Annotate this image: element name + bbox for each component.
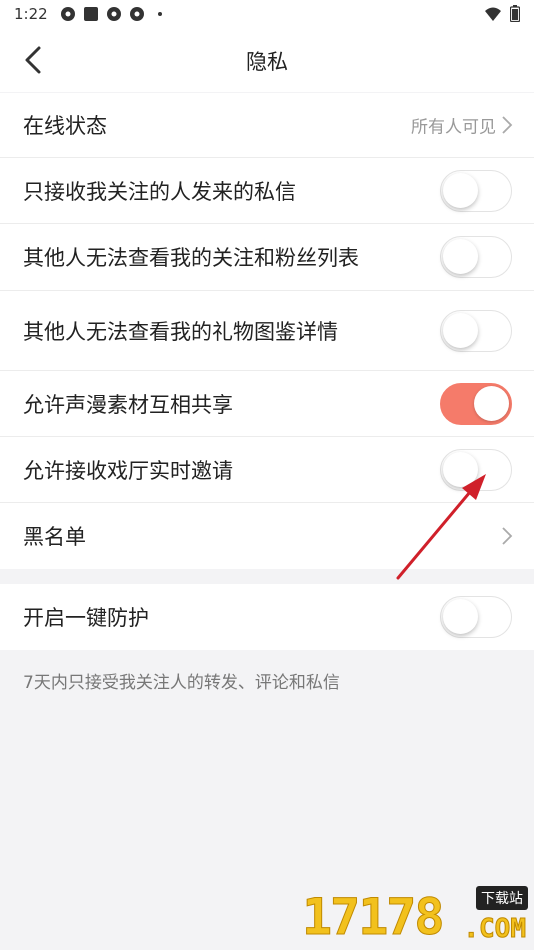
- dm-followed-only-toggle[interactable]: [440, 169, 512, 212]
- watermark-number: 17178: [302, 888, 446, 947]
- hide-follow-lists-toggle[interactable]: [440, 236, 512, 278]
- setting-label: 其他人无法查看我的礼物图鉴详情: [23, 319, 338, 344]
- nav-bar: 隐私: [0, 28, 534, 92]
- one-click-protection-toggle[interactable]: [440, 596, 512, 638]
- square-notification-icon: [83, 7, 98, 21]
- toggle-knob: [443, 599, 478, 634]
- chevron-right-icon: [502, 527, 513, 545]
- setting-hide-follow-lists: 其他人无法查看我的关注和粉丝列表: [0, 224, 534, 291]
- setting-hide-gift-gallery: 其他人无法查看我的礼物图鉴详情: [0, 291, 534, 371]
- setting-label: 只接收我关注的人发来的私信: [23, 179, 296, 204]
- battery-icon: [510, 5, 520, 22]
- watermark-suffix: .COM: [463, 914, 527, 945]
- setting-value: 所有人可见: [411, 117, 496, 138]
- app-notification-icon: [129, 7, 144, 21]
- chevron-right-icon: [502, 116, 513, 134]
- status-time: 1:22: [14, 5, 48, 23]
- toggle-knob: [443, 451, 478, 487]
- toggle-knob: [474, 385, 509, 421]
- setting-share-materials: 允许声漫素材互相共享: [0, 371, 534, 437]
- site-watermark-logo: 17178 下载站 .COM: [302, 886, 528, 947]
- wifi-icon: [485, 7, 501, 21]
- setting-label: 其他人无法查看我的关注和粉丝列表: [23, 246, 359, 270]
- setting-label: 黑名单: [23, 525, 86, 549]
- setting-label: 在线状态: [23, 114, 107, 138]
- setting-label: 允许接收戏厅实时邀请: [23, 458, 233, 483]
- setting-online-status[interactable]: 在线状态 所有人可见: [0, 93, 534, 158]
- toggle-knob: [443, 239, 478, 274]
- protection-note: 7天内只接受我关注人的转发、评论和私信: [23, 673, 340, 693]
- status-bar: 1:22: [0, 0, 534, 28]
- watermark-tag: 下载站: [476, 886, 528, 910]
- privacy-settings-group: 在线状态 所有人可见 只接收我关注的人发来的私信 其他人无法查看我的关注和粉丝列…: [0, 93, 534, 569]
- toggle-knob: [443, 312, 478, 348]
- share-materials-toggle[interactable]: [440, 382, 512, 425]
- setting-live-invites: 允许接收戏厅实时邀请: [0, 437, 534, 503]
- app-notification-icon: [106, 7, 121, 21]
- toggle-knob: [443, 172, 478, 208]
- setting-label: 开启一键防护: [23, 606, 149, 630]
- setting-one-click-protection: 开启一键防护: [0, 584, 534, 650]
- protection-group: 开启一键防护: [0, 584, 534, 650]
- setting-blacklist[interactable]: 黑名单: [0, 503, 534, 569]
- live-invites-toggle[interactable]: [440, 448, 512, 491]
- hide-gift-gallery-toggle[interactable]: [440, 309, 512, 352]
- app-notification-icon: [60, 7, 75, 21]
- dot-icon: [157, 12, 162, 16]
- setting-dm-followed-only: 只接收我关注的人发来的私信: [0, 158, 534, 224]
- setting-label: 允许声漫素材互相共享: [23, 392, 233, 417]
- page-title: 隐私: [246, 50, 288, 74]
